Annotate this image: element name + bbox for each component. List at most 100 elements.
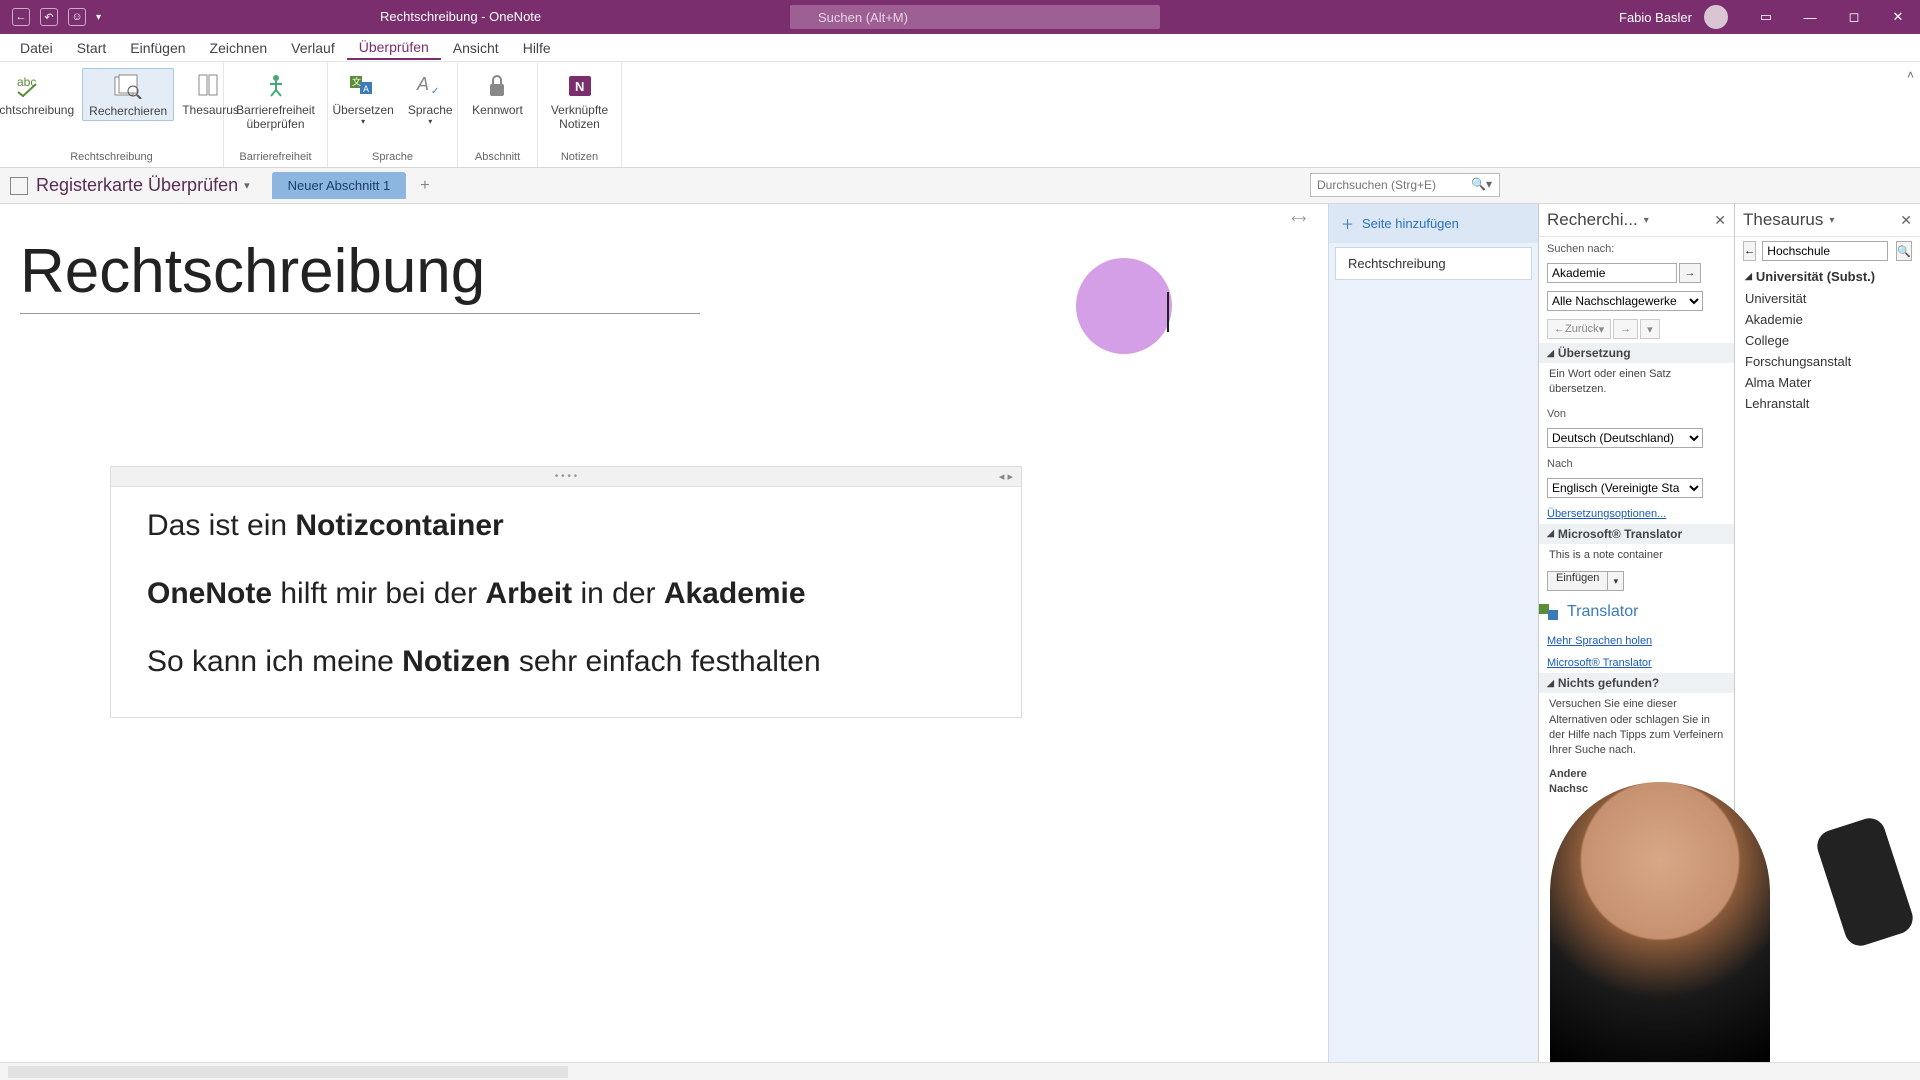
btn-translate[interactable]: 文A Übersetzen▾ [326,68,399,129]
btn-research[interactable]: Recherchieren [82,68,174,121]
collapse-ribbon-icon[interactable]: ˄ [1907,68,1914,82]
menu-ueberpruefen[interactable]: Überprüfen [347,35,441,60]
menu-verlauf[interactable]: Verlauf [279,36,347,60]
btn-spelling[interactable]: abc Rechtschreibung [0,68,80,121]
collapse-icon: ◢ [1745,271,1752,282]
onenote-icon: N [563,70,597,100]
ribbon-group-spelling: abc Rechtschreibung Recherchieren Thesau… [0,62,224,167]
thesaurus-item[interactable]: College [1735,330,1920,351]
menu-hilfe[interactable]: Hilfe [511,36,563,60]
close-icon[interactable]: ✕ [1900,212,1912,229]
avatar[interactable] [1704,5,1728,29]
maximize-icon[interactable]: ◻ [1832,0,1876,34]
research-section-notfound[interactable]: ◢Nichts gefunden? [1539,673,1734,693]
ribbon-group-language: 文A Übersetzen▾ A✓ Sprache▾ Sprache [328,62,458,167]
thesaurus-item[interactable]: Akademie [1735,309,1920,330]
thesaurus-pane-header: Thesaurus▾ ✕ [1735,204,1920,237]
close-icon[interactable]: ✕ [1714,212,1726,229]
thesaurus-back-button[interactable]: ← [1743,241,1756,261]
menu-einfuegen[interactable]: Einfügen [118,36,197,60]
insert-translation-button[interactable]: Einfügen [1547,571,1608,591]
ribbon-group-notes: N Verknüpfte Notizen Notizen [538,62,622,167]
more-languages-link[interactable]: Mehr Sprachen holen [1547,635,1652,647]
text-cursor-icon [1158,292,1178,332]
research-search-label: Suchen nach: [1547,243,1614,255]
research-go-button[interactable]: → [1679,263,1701,283]
menubar: Datei Start Einfügen Zeichnen Verlauf Üb… [0,34,1920,62]
emoji-icon[interactable]: ☺ [68,8,86,26]
accessibility-icon [259,70,293,100]
btn-accessibility[interactable]: Barrierefreiheit überprüfen [230,68,321,134]
translation-options-link[interactable]: Übersetzungsoptionen... [1547,508,1666,520]
chevron-down-icon[interactable]: ▾ [1644,215,1649,226]
note-resize-arrows-icon[interactable]: ◂ ▸ [999,470,1013,483]
page-list-item[interactable]: Rechtschreibung [1335,247,1532,280]
thesaurus-item[interactable]: Alma Mater [1735,372,1920,393]
notebook-icon[interactable] [10,177,28,195]
search-icon[interactable]: 🔍▾ [1471,177,1492,191]
research-forward-button[interactable]: → [1613,319,1638,339]
undo-icon[interactable]: ↶ [40,8,58,26]
translate-to-select[interactable]: Englisch (Vereinigte Sta [1547,478,1703,498]
ms-translator-link[interactable]: Microsoft® Translator [1547,657,1652,669]
note-line-3[interactable]: So kann ich meine Notizen sehr einfach f… [147,645,985,679]
svg-text:A: A [363,84,369,94]
user-name[interactable]: Fabio Basler [1619,10,1692,25]
presenter-silhouette [1550,782,1770,1062]
thesaurus-search-input[interactable] [1762,241,1888,261]
chevron-down-icon: ▾ [428,117,432,127]
global-search-input[interactable] [790,5,1160,29]
thesaurus-item[interactable]: Universität [1735,288,1920,309]
menu-start[interactable]: Start [65,36,119,60]
chevron-down-icon[interactable]: ▾ [1829,215,1834,226]
btn-linked-notes[interactable]: N Verknüpfte Notizen [545,68,614,134]
abc-check-icon: abc [12,70,46,100]
minimize-icon[interactable]: — [1788,0,1832,34]
note-canvas[interactable]: ⤢ Rechtschreibung • • • •◂ ▸ Das ist ein… [0,204,1328,1062]
ribbon: abc Rechtschreibung Recherchieren Thesau… [0,62,1920,168]
close-icon[interactable]: ✕ [1876,0,1920,34]
insert-menu-button[interactable]: ▾ [1608,571,1624,591]
translate-from-select[interactable]: Deutsch (Deutschland) [1547,428,1703,448]
statusbar [0,1062,1920,1080]
thesaurus-go-button[interactable]: 🔍 [1896,241,1912,261]
research-scope-select[interactable]: Alle Nachschlagewerke [1547,291,1703,311]
section-tab[interactable]: Neuer Abschnitt 1 [272,172,407,199]
note-body[interactable]: Das ist ein Notizcontainer OneNote hilft… [111,487,1021,717]
svg-text:文: 文 [352,76,361,87]
menu-zeichnen[interactable]: Zeichnen [198,36,280,60]
note-line-2[interactable]: OneNote hilft mir bei der Arbeit in der … [147,577,985,611]
thesaurus-item[interactable]: Forschungsanstalt [1735,351,1920,372]
collapse-icon: ◢ [1547,528,1554,539]
group-label-language: Sprache [372,148,413,165]
nav-back-icon[interactable]: ← [12,8,30,26]
research-back-button[interactable]: ← Zurück ▾ [1547,319,1611,339]
horizontal-scrollbar[interactable] [8,1066,568,1078]
notebook-name[interactable]: Registerkarte Überprüfen [36,175,238,196]
ribbon-mode-icon[interactable]: ▭ [1744,0,1788,34]
thesaurus-heading[interactable]: ◢Universität (Subst.) [1735,265,1920,288]
notebook-bar: Registerkarte Überprüfen ▾ Neuer Abschni… [0,168,1920,204]
research-section-translation[interactable]: ◢Übersetzung [1539,343,1734,363]
add-page-button[interactable]: ＋Seite hinzufügen [1329,204,1538,243]
page-list-rail: ＋Seite hinzufügen Rechtschreibung [1328,204,1538,1062]
research-section-mstranslator[interactable]: ◢Microsoft® Translator [1539,524,1734,544]
chevron-down-icon[interactable]: ▾ [244,179,250,192]
qat-dropdown-icon[interactable]: ▾ [96,12,101,23]
research-forward-menu[interactable]: ▾ [1640,319,1660,339]
add-section-icon[interactable]: + [420,177,429,195]
lock-icon [480,70,514,100]
note-line-1[interactable]: Das ist ein Notizcontainer [147,509,985,543]
menu-ansicht[interactable]: Ansicht [441,36,511,60]
btn-language[interactable]: A✓ Sprache▾ [402,68,459,129]
group-label-notes: Notizen [561,148,598,165]
research-search-input[interactable] [1547,263,1677,283]
note-container[interactable]: • • • •◂ ▸ Das ist ein Notizcontainer On… [110,466,1022,718]
page-title[interactable]: Rechtschreibung [20,236,700,314]
menu-datei[interactable]: Datei [8,36,65,60]
btn-password[interactable]: Kennwort [466,68,529,119]
note-drag-handle[interactable]: • • • •◂ ▸ [111,467,1021,487]
thesaurus-item[interactable]: Lehranstalt [1735,393,1920,414]
ribbon-group-accessibility: Barrierefreiheit überprüfen Barrierefrei… [224,62,328,167]
expand-icon[interactable]: ⤢ [1288,209,1308,229]
